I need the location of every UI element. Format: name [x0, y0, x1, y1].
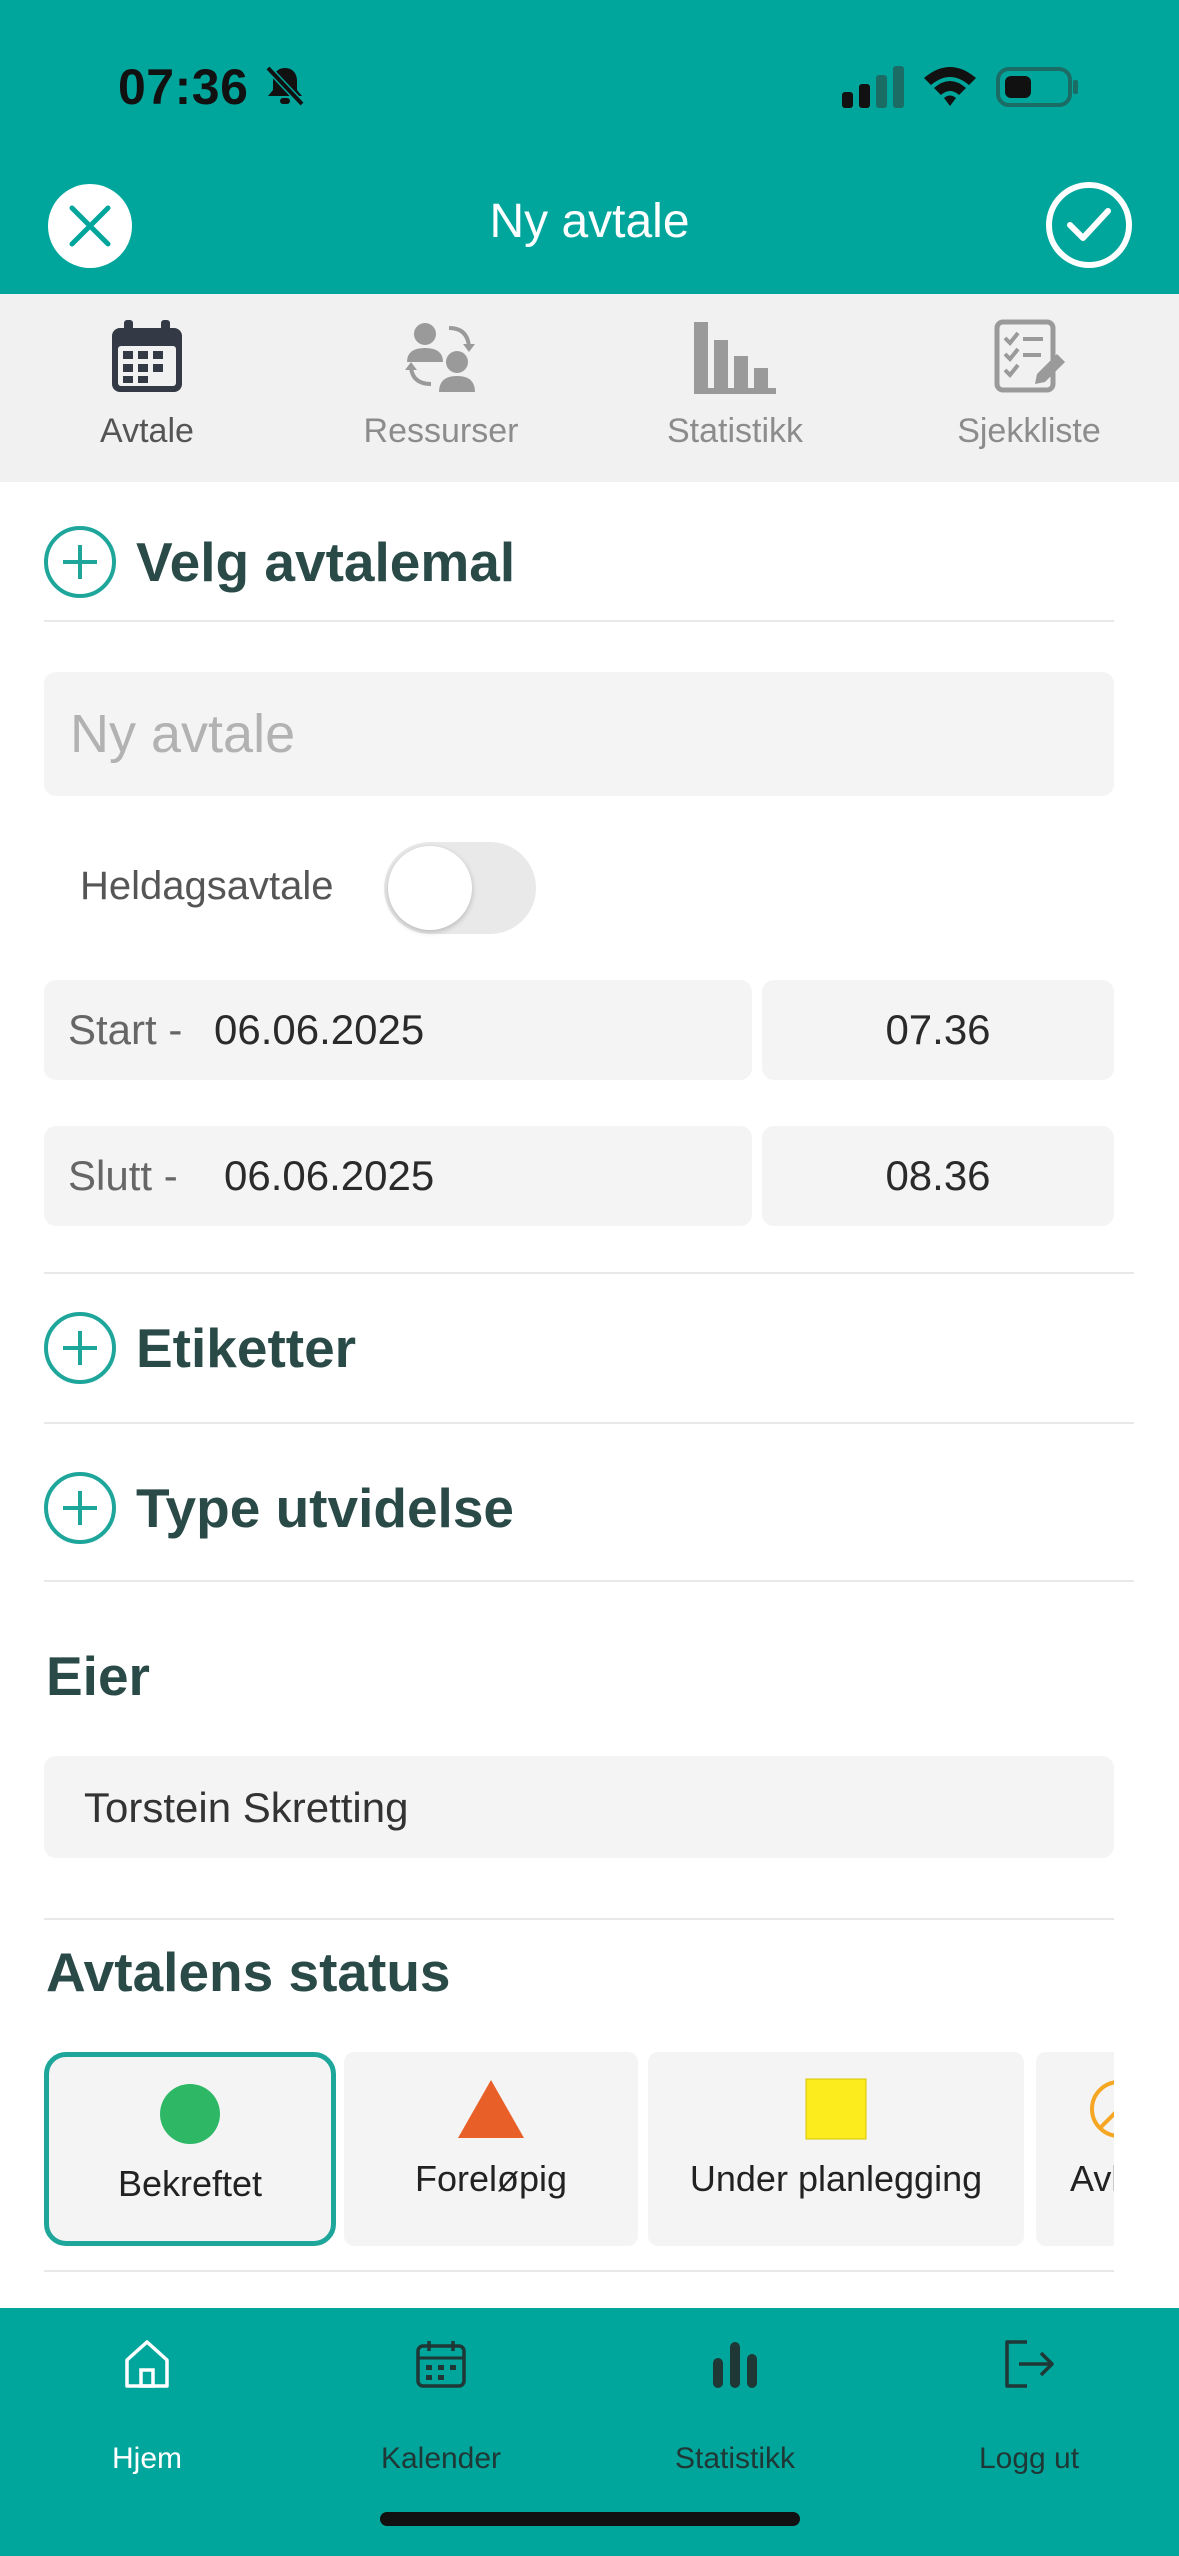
toggle-knob	[388, 846, 472, 930]
divider	[44, 1272, 1134, 1274]
end-label: Slutt -	[68, 1152, 178, 1199]
status-option-label: Under planlegging	[689, 2158, 983, 2199]
status-triangle-icon	[458, 2080, 524, 2138]
nav-label: Kalender	[380, 2442, 502, 2475]
nav-statistikk[interactable]: Statistikk	[588, 2338, 882, 2488]
nav-label: Logg ut	[978, 2442, 1080, 2475]
divider	[44, 2270, 1114, 2272]
status-bar: 07:36	[0, 0, 1179, 170]
start-time-field[interactable]: 07.36	[762, 980, 1114, 1080]
tab-label: Statistikk	[666, 412, 804, 450]
status-option-bekreftet[interactable]: Bekreftet	[44, 2052, 336, 2246]
status-circle-icon	[160, 2084, 220, 2144]
bell-muted-icon	[265, 65, 305, 107]
tab-avtale[interactable]: Avtale	[0, 294, 294, 482]
tab-bar: Avtale Ressurser Statistikk Sjekkliste	[0, 294, 1179, 482]
end-time-field[interactable]: 08.36	[762, 1126, 1114, 1226]
end-date-field[interactable]: Slutt - 06.06.2025	[44, 1126, 752, 1226]
type-extension-label: Type utvidelse	[136, 1477, 514, 1539]
status-option-forelopig[interactable]: Foreløpig	[344, 2052, 638, 2246]
plus-circle-icon	[44, 526, 116, 598]
all-day-toggle[interactable]	[384, 842, 536, 934]
bar-chart-icon	[713, 2342, 757, 2388]
status-heading: Avtalens status	[46, 1941, 451, 2003]
status-option-label: Foreløpig	[414, 2158, 568, 2199]
tab-statistikk[interactable]: Statistikk	[588, 294, 882, 482]
people-sync-icon	[405, 323, 475, 392]
nav-label: Statistikk	[674, 2442, 796, 2475]
start-time-value: 07.36	[885, 1006, 991, 1053]
owner-heading: Eier	[46, 1645, 150, 1707]
start-date-field[interactable]: Start - 06.06.2025	[44, 980, 752, 1080]
nav-label: Hjem	[111, 2442, 182, 2475]
type-extension-row[interactable]: Type utvidelse	[44, 1472, 1134, 1544]
status-options: Bekreftet Foreløpig Under planlegging Av…	[44, 2052, 1114, 2246]
status-option-label: Bekreftet	[117, 2163, 263, 2204]
choose-template-label: Velg avtalemal	[136, 531, 516, 593]
end-time-value: 08.36	[885, 1152, 991, 1199]
start-date-value: 06.06.2025	[214, 1006, 425, 1053]
tab-ressurser[interactable]: Ressurser	[294, 294, 588, 482]
bar-chart-icon	[694, 322, 776, 394]
checklist-icon	[994, 319, 1065, 393]
appointment-title-input[interactable]	[44, 672, 1114, 796]
labels-section-label: Etiketter	[136, 1317, 357, 1379]
home-icon	[125, 2340, 169, 2388]
labels-section-row[interactable]: Etiketter	[44, 1312, 1134, 1384]
owner-name: Torstein Skretting	[84, 1784, 409, 1831]
cellular-signal-icon	[842, 66, 904, 108]
tab-sjekkliste[interactable]: Sjekkliste	[882, 294, 1176, 482]
calendar-icon	[112, 320, 182, 392]
start-label: Start -	[68, 1006, 183, 1053]
plus-circle-icon	[44, 1472, 116, 1544]
checkmark-icon	[1067, 208, 1111, 241]
nav-logg-ut[interactable]: Logg ut	[882, 2338, 1176, 2488]
nav-kalender[interactable]: Kalender	[294, 2338, 588, 2488]
divider	[44, 1422, 1134, 1424]
status-square-icon	[805, 2078, 867, 2140]
plus-circle-icon	[44, 1312, 116, 1384]
status-option-under-planlegging[interactable]: Under planlegging	[648, 2052, 1024, 2246]
tab-label: Ressurser	[363, 412, 519, 450]
save-button[interactable]	[1046, 182, 1132, 268]
all-day-label: Heldagsavtale	[80, 864, 334, 908]
end-date-value: 06.06.2025	[224, 1152, 435, 1199]
wifi-icon	[924, 67, 976, 106]
calendar-icon	[416, 2341, 466, 2388]
choose-template-row[interactable]: Velg avtalemal	[44, 526, 1134, 598]
status-option-label: Avlyst	[1070, 2158, 1114, 2199]
status-option-avlyst[interactable]: Avlyst	[1036, 2052, 1114, 2246]
home-indicator[interactable]	[380, 2512, 800, 2526]
status-cancelled-icon	[1090, 2080, 1114, 2138]
clock: 07:36	[118, 59, 249, 115]
tab-label: Avtale	[100, 412, 194, 450]
logout-icon	[1005, 2340, 1054, 2388]
divider	[44, 1580, 1134, 1582]
tab-label: Sjekkliste	[957, 412, 1101, 450]
divider	[44, 1918, 1114, 1920]
page-title: Ny avtale	[489, 195, 690, 248]
divider	[44, 620, 1114, 622]
battery-icon	[996, 67, 1078, 107]
header-bar: Ny avtale	[0, 170, 1179, 294]
nav-hjem[interactable]: Hjem	[0, 2338, 294, 2488]
